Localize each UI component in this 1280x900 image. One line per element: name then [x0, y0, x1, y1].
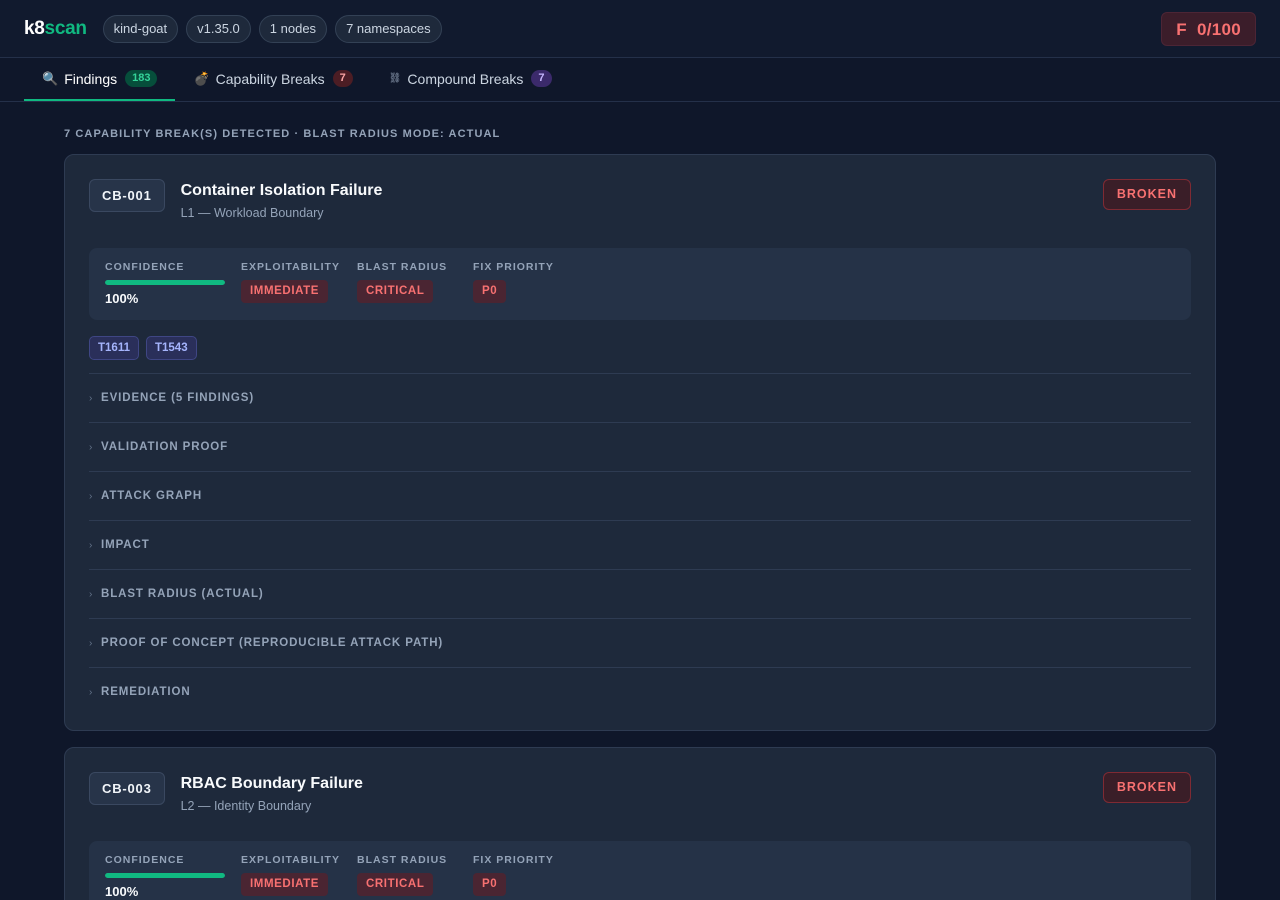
accordion-label: VALIDATION PROOF — [101, 441, 229, 453]
metric-label: CONFIDENCE — [105, 854, 185, 866]
accordion-impact[interactable]: › IMPACT — [89, 520, 1191, 569]
logo-scan: scan — [44, 17, 87, 39]
mitre-tags: T1611 T1543 — [89, 336, 1191, 360]
namespaces-pill: 7 namespaces — [335, 14, 442, 43]
nodes-pill: 1 nodes — [258, 14, 328, 43]
exploitability-metric: EXPLOITABILITY IMMEDIATE — [241, 261, 341, 306]
status-badge: BROKEN — [1102, 772, 1191, 803]
bomb-icon: 💣 — [193, 70, 210, 86]
chevron-right-icon: › — [89, 392, 93, 404]
fix-priority-tag: P0 — [473, 280, 507, 303]
chevron-right-icon: › — [89, 637, 93, 649]
accordion-label: REMEDIATION — [101, 686, 191, 698]
card-title-block: Container Isolation Failure L1 — Workloa… — [181, 179, 383, 220]
accordion-label: PROOF OF CONCEPT (REPRODUCIBLE ATTACK PA… — [101, 637, 444, 649]
accordion-attack-graph[interactable]: › ATTACK GRAPH — [89, 471, 1191, 520]
card-header: CB-003 RBAC Boundary Failure L2 — Identi… — [89, 772, 1191, 813]
card-subtitle: L1 — Workload Boundary — [180, 206, 324, 220]
fix-priority-tag: P0 — [473, 873, 507, 896]
tab-bar: 🔍 Findings 183 💣 Capability Breaks 7 ⛓ C… — [0, 58, 1280, 102]
tab-capability-breaks[interactable]: 💣 Capability Breaks 7 — [175, 58, 370, 101]
card-header: CB-001 Container Isolation Failure L1 — … — [89, 179, 1191, 220]
accordion-validation-proof[interactable]: › VALIDATION PROOF — [89, 422, 1191, 471]
accordion-label: EVIDENCE (5 FINDINGS) — [101, 392, 255, 404]
blast-radius-tag: CRITICAL — [357, 280, 434, 303]
metrics-panel: CONFIDENCE 100% EXPLOITABILITY IMMEDIATE… — [89, 248, 1191, 320]
logo-k8: k8 — [24, 17, 45, 39]
confidence-bar-fill — [105, 280, 225, 285]
metric-label: FIX PRIORITY — [473, 261, 554, 273]
chevron-right-icon: › — [89, 686, 93, 698]
blast-radius-metric: BLAST RADIUS CRITICAL — [357, 854, 457, 899]
tab-count-badge: 183 — [125, 70, 158, 87]
tab-label: Capability Breaks — [215, 70, 325, 87]
accordion-proof-of-concept[interactable]: › PROOF OF CONCEPT (REPRODUCIBLE ATTACK … — [89, 618, 1191, 667]
confidence-bar — [105, 280, 225, 285]
card-title: RBAC Boundary Failure — [180, 775, 363, 792]
card-title-block: RBAC Boundary Failure L2 — Identity Boun… — [181, 772, 363, 813]
main-content: 7 CAPABILITY BREAK(S) DETECTED · BLAST R… — [0, 102, 1280, 900]
capability-break-card: CB-001 Container Isolation Failure L1 — … — [64, 154, 1216, 731]
accordion-remediation[interactable]: › REMEDIATION — [89, 667, 1191, 716]
accordion-label: BLAST RADIUS (ACTUAL) — [101, 588, 264, 600]
confidence-metric: CONFIDENCE 100% — [105, 261, 225, 306]
exploitability-tag: IMMEDIATE — [241, 873, 329, 896]
metric-label: EXPLOITABILITY — [241, 854, 340, 866]
chain-icon: ⛓ — [388, 73, 402, 84]
confidence-bar — [105, 873, 225, 878]
fix-priority-metric: FIX PRIORITY P0 — [473, 854, 554, 899]
chevron-right-icon: › — [89, 490, 93, 502]
metrics-panel: CONFIDENCE 100% EXPLOITABILITY IMMEDIATE… — [89, 841, 1191, 900]
fix-priority-metric: FIX PRIORITY P0 — [473, 261, 554, 306]
break-id-badge: CB-001 — [89, 179, 165, 212]
tab-label: Compound Breaks — [407, 70, 524, 87]
accordion-label: ATTACK GRAPH — [101, 490, 203, 502]
security-score-badge: F 0/100 — [1161, 11, 1256, 46]
metric-label: EXPLOITABILITY — [241, 261, 340, 273]
app-logo[interactable]: k8scan — [24, 18, 87, 40]
tab-compound-breaks[interactable]: ⛓ Compound Breaks 7 — [371, 58, 570, 101]
tab-findings[interactable]: 🔍 Findings 183 — [24, 58, 176, 101]
card-subtitle: L2 — Identity Boundary — [180, 799, 312, 813]
accordion-label: IMPACT — [101, 539, 150, 551]
exploitability-metric: EXPLOITABILITY IMMEDIATE — [241, 854, 341, 899]
tab-label: Findings — [64, 70, 118, 87]
tab-count-badge: 7 — [531, 70, 552, 87]
blast-radius-tag: CRITICAL — [357, 873, 434, 896]
exploitability-tag: IMMEDIATE — [241, 280, 329, 303]
version-pill: v1.35.0 — [186, 14, 251, 43]
cluster-pill: kind-goat — [102, 14, 179, 43]
magnifier-icon: 🔍 — [42, 70, 59, 86]
blast-radius-metric: BLAST RADIUS CRITICAL — [357, 261, 457, 306]
status-badge: BROKEN — [1102, 179, 1191, 210]
accordion-evidence[interactable]: › EVIDENCE (5 FINDINGS) — [89, 373, 1191, 422]
break-id-badge: CB-003 — [89, 772, 165, 805]
section-title: 7 CAPABILITY BREAK(S) DETECTED · BLAST R… — [64, 128, 501, 140]
confidence-value: 100% — [105, 884, 139, 899]
metric-label: CONFIDENCE — [105, 261, 185, 273]
mitre-technique-tag[interactable]: T1611 — [89, 336, 139, 360]
tab-count-badge: 7 — [332, 70, 353, 87]
accordion-blast-radius[interactable]: › BLAST RADIUS (ACTUAL) — [89, 569, 1191, 618]
chevron-right-icon: › — [89, 441, 93, 453]
top-bar: k8scan kind-goat v1.35.0 1 nodes 7 names… — [0, 0, 1280, 58]
confidence-metric: CONFIDENCE 100% — [105, 854, 225, 899]
capability-break-card: CB-003 RBAC Boundary Failure L2 — Identi… — [64, 747, 1216, 900]
mitre-technique-tag[interactable]: T1543 — [145, 336, 197, 360]
metric-label: FIX PRIORITY — [473, 854, 554, 866]
card-title: Container Isolation Failure — [180, 182, 383, 199]
confidence-bar-fill — [105, 873, 225, 878]
details-accordion: › EVIDENCE (5 FINDINGS) › VALIDATION PRO… — [89, 373, 1191, 716]
chevron-right-icon: › — [89, 539, 93, 551]
metric-label: BLAST RADIUS — [357, 261, 448, 273]
metric-label: BLAST RADIUS — [357, 854, 448, 866]
chevron-right-icon: › — [89, 588, 93, 600]
confidence-value: 100% — [105, 291, 139, 306]
